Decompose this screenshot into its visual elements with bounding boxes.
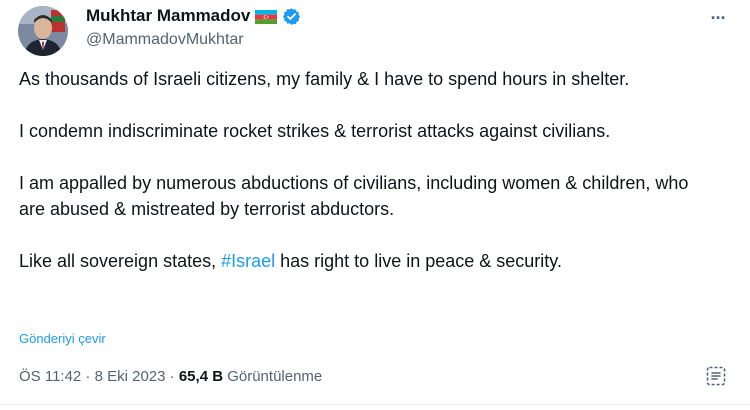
meta-separator: · bbox=[165, 368, 179, 385]
verified-badge-icon bbox=[282, 7, 301, 26]
tweet: Mukhtar Mammadov @MammadovMukhtar ··· As… bbox=[0, 0, 750, 410]
meta-separator: · bbox=[81, 368, 95, 385]
author-name-row[interactable]: Mukhtar Mammadov bbox=[86, 6, 301, 26]
hashtag-link[interactable]: #Israel bbox=[221, 251, 275, 271]
author-name[interactable]: Mukhtar Mammadov bbox=[86, 6, 250, 26]
tweet-paragraph-1: As thousands of Israeli citizens, my fam… bbox=[19, 69, 630, 89]
tweet-paragraph-3: I am appalled by numerous abductions of … bbox=[19, 173, 689, 219]
azerbaijan-flag-icon bbox=[255, 9, 278, 24]
tweet-text-after-hashtag: has right to live in peace & security. bbox=[275, 251, 562, 271]
tweet-text: As thousands of Israeli citizens, my fam… bbox=[19, 66, 719, 274]
avatar[interactable] bbox=[18, 6, 68, 56]
tweet-text-before-hashtag: Like all sovereign states, bbox=[19, 251, 222, 271]
more-options-icon[interactable]: ··· bbox=[705, 8, 731, 28]
tweet-paragraph-2: I condemn indiscriminate rocket strikes … bbox=[19, 121, 611, 141]
tweet-time[interactable]: ÖS 11:42 bbox=[19, 368, 81, 385]
views-label: Görüntülenme bbox=[223, 368, 323, 385]
author-handle[interactable]: @MammadovMukhtar bbox=[86, 31, 244, 49]
tweet-meta: ÖS 11:42 · 8 Eki 2023 · 65,4 B Görüntüle… bbox=[19, 368, 322, 385]
tweet-date[interactable]: 8 Eki 2023 bbox=[95, 368, 166, 385]
translate-link[interactable]: Gönderiyi çevir bbox=[19, 331, 106, 346]
divider bbox=[0, 404, 750, 405]
analytics-icon[interactable] bbox=[704, 364, 728, 388]
avatar-image bbox=[18, 6, 68, 56]
views-count[interactable]: 65,4 B bbox=[179, 368, 223, 385]
tweet-paragraph-4: Like all sovereign states, #Israel has r… bbox=[19, 248, 719, 274]
